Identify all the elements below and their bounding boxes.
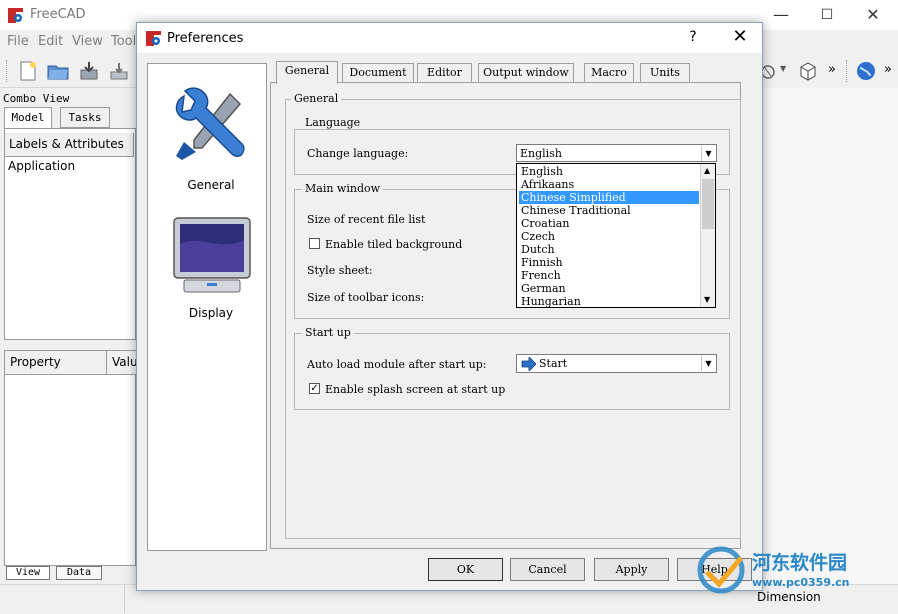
group-start-up-title: Start up [302, 326, 354, 339]
tiled-background-label[interactable]: Enable tiled background [325, 238, 462, 251]
dialog-titlebar: Preferences ? ✕ [137, 23, 762, 53]
watermark-text: 河东软件园 [752, 552, 848, 574]
scrollbar-thumb[interactable] [702, 179, 714, 229]
menubar: File Edit View Tool [0, 30, 136, 54]
change-language-label: Change language: [307, 147, 409, 160]
freecad-dialog-icon [146, 31, 161, 46]
tools-icon [175, 87, 245, 160]
style-sheet-label: Style sheet: [307, 264, 373, 277]
arrow-right-icon [521, 357, 536, 371]
close-button[interactable]: ✕ [850, 0, 896, 30]
language-option-selected[interactable]: Chinese Simplified [519, 191, 699, 204]
language-option[interactable]: Finnish [519, 256, 699, 269]
status-divider [124, 585, 125, 613]
splash-screen-checkbox[interactable]: ✓ [309, 383, 320, 394]
chevron-down-icon[interactable]: ▼ [701, 146, 715, 161]
3d-view-area[interactable] [762, 88, 898, 584]
autoload-module-combobox[interactable]: Start ▼ [516, 354, 717, 373]
dialog-title: Preferences [167, 31, 244, 46]
language-option[interactable]: Afrikaans [519, 178, 699, 191]
category-list: General Display [147, 63, 267, 551]
menu-view[interactable]: View [72, 34, 103, 49]
toolbar-grip[interactable] [6, 60, 9, 82]
tab-model[interactable]: Model [4, 107, 52, 128]
ok-button[interactable]: OK [428, 558, 503, 581]
right-toolbar: ▼ » » [760, 54, 898, 88]
language-dropdown-list[interactable]: English Afrikaans Chinese Simplified Chi… [516, 163, 716, 308]
toolbar-overflow-2[interactable]: » [884, 62, 892, 77]
tree-header[interactable]: Labels & Attributes [5, 133, 134, 157]
autoload-module-value: Start [539, 357, 568, 370]
tiled-background-checkbox[interactable] [309, 238, 320, 249]
value-column-header[interactable]: Valu [107, 351, 136, 375]
tree-view[interactable]: Labels & Attributes Application [4, 128, 136, 340]
freecad-app-icon [8, 8, 23, 23]
cancel-button[interactable]: Cancel [510, 558, 585, 581]
language-option[interactable]: Chinese Traditional [519, 204, 699, 217]
tab-output-window[interactable]: Output window [478, 63, 574, 83]
language-option[interactable]: Hungarian [519, 295, 699, 307]
web-globe-icon[interactable] [855, 60, 877, 82]
chevron-down-icon[interactable]: ▼ [701, 356, 715, 371]
toolbar-grip-right[interactable] [846, 60, 849, 82]
menu-edit[interactable]: Edit [38, 34, 63, 49]
apply-button[interactable]: Apply [594, 558, 669, 581]
watermark-logo [697, 546, 745, 594]
combo-view-title: Combo View [3, 92, 70, 105]
bottom-tab-data[interactable]: Data [56, 566, 102, 580]
watermark-url: www.pc0359.cn [752, 576, 850, 589]
language-option[interactable]: German [519, 282, 699, 295]
language-option[interactable]: English [519, 165, 699, 178]
property-view[interactable]: Property Valu [4, 350, 136, 566]
language-option[interactable]: French [519, 269, 699, 282]
scroll-down-icon[interactable]: ▼ [704, 295, 710, 304]
box-view-icon[interactable] [797, 60, 819, 82]
preferences-dialog: Preferences ? ✕ General Display General [136, 22, 763, 591]
language-combobox-value: English [520, 147, 562, 160]
recent-files-label: Size of recent file list [307, 213, 426, 226]
menu-file[interactable]: File [7, 34, 29, 49]
property-column-header[interactable]: Property [5, 351, 107, 375]
open-folder-icon[interactable] [47, 60, 69, 82]
language-option[interactable]: Croatian [519, 217, 699, 230]
minimize-button[interactable]: — [758, 0, 804, 30]
status-dimension: Dimension [757, 590, 821, 604]
toolbar-overflow-1[interactable]: » [828, 62, 836, 77]
tab-document[interactable]: Document [342, 63, 414, 83]
category-general-label: General [187, 178, 235, 192]
category-general[interactable]: General [148, 64, 266, 196]
tab-units[interactable]: Units [640, 63, 690, 83]
save-as-icon[interactable] [108, 60, 130, 82]
maximize-button[interactable]: ☐ [804, 0, 850, 30]
tab-tasks[interactable]: Tasks [60, 107, 110, 128]
category-display-label: Display [188, 306, 234, 320]
tree-item-application[interactable]: Application [8, 159, 75, 173]
dialog-close-button[interactable]: ✕ [727, 26, 753, 47]
language-option[interactable]: Czech [519, 230, 699, 243]
language-combobox[interactable]: English ▼ [516, 144, 717, 162]
save-icon[interactable] [78, 60, 100, 82]
group-language-title: Language [302, 116, 364, 129]
toolbar-icon-size-label: Size of toolbar icons: [307, 291, 425, 304]
draw-style-icon[interactable] [760, 60, 780, 82]
bottom-tab-view[interactable]: View [6, 566, 50, 580]
monitor-icon [173, 217, 251, 293]
tab-general[interactable]: General [276, 61, 338, 84]
group-general-title: General [291, 92, 342, 105]
language-list-scrollbar[interactable]: ▲ ▼ [700, 164, 715, 307]
main-window-title: FreeCAD [30, 7, 86, 22]
main-toolbar [0, 54, 136, 88]
dropdown-arrow-icon[interactable]: ▼ [780, 64, 786, 73]
scroll-up-icon[interactable]: ▲ [704, 166, 710, 175]
group-main-window-title: Main window [302, 182, 384, 195]
new-file-icon[interactable] [17, 60, 39, 82]
tab-macro[interactable]: Macro [584, 63, 634, 83]
dialog-help-button[interactable]: ? [683, 29, 703, 45]
splash-screen-label[interactable]: Enable splash screen at start up [325, 383, 505, 396]
language-option[interactable]: Dutch [519, 243, 699, 256]
autoload-label: Auto load module after start up: [307, 358, 487, 371]
tab-editor[interactable]: Editor [417, 63, 472, 83]
menu-tools[interactable]: Tool [111, 34, 136, 49]
category-display[interactable]: Display [148, 212, 266, 342]
